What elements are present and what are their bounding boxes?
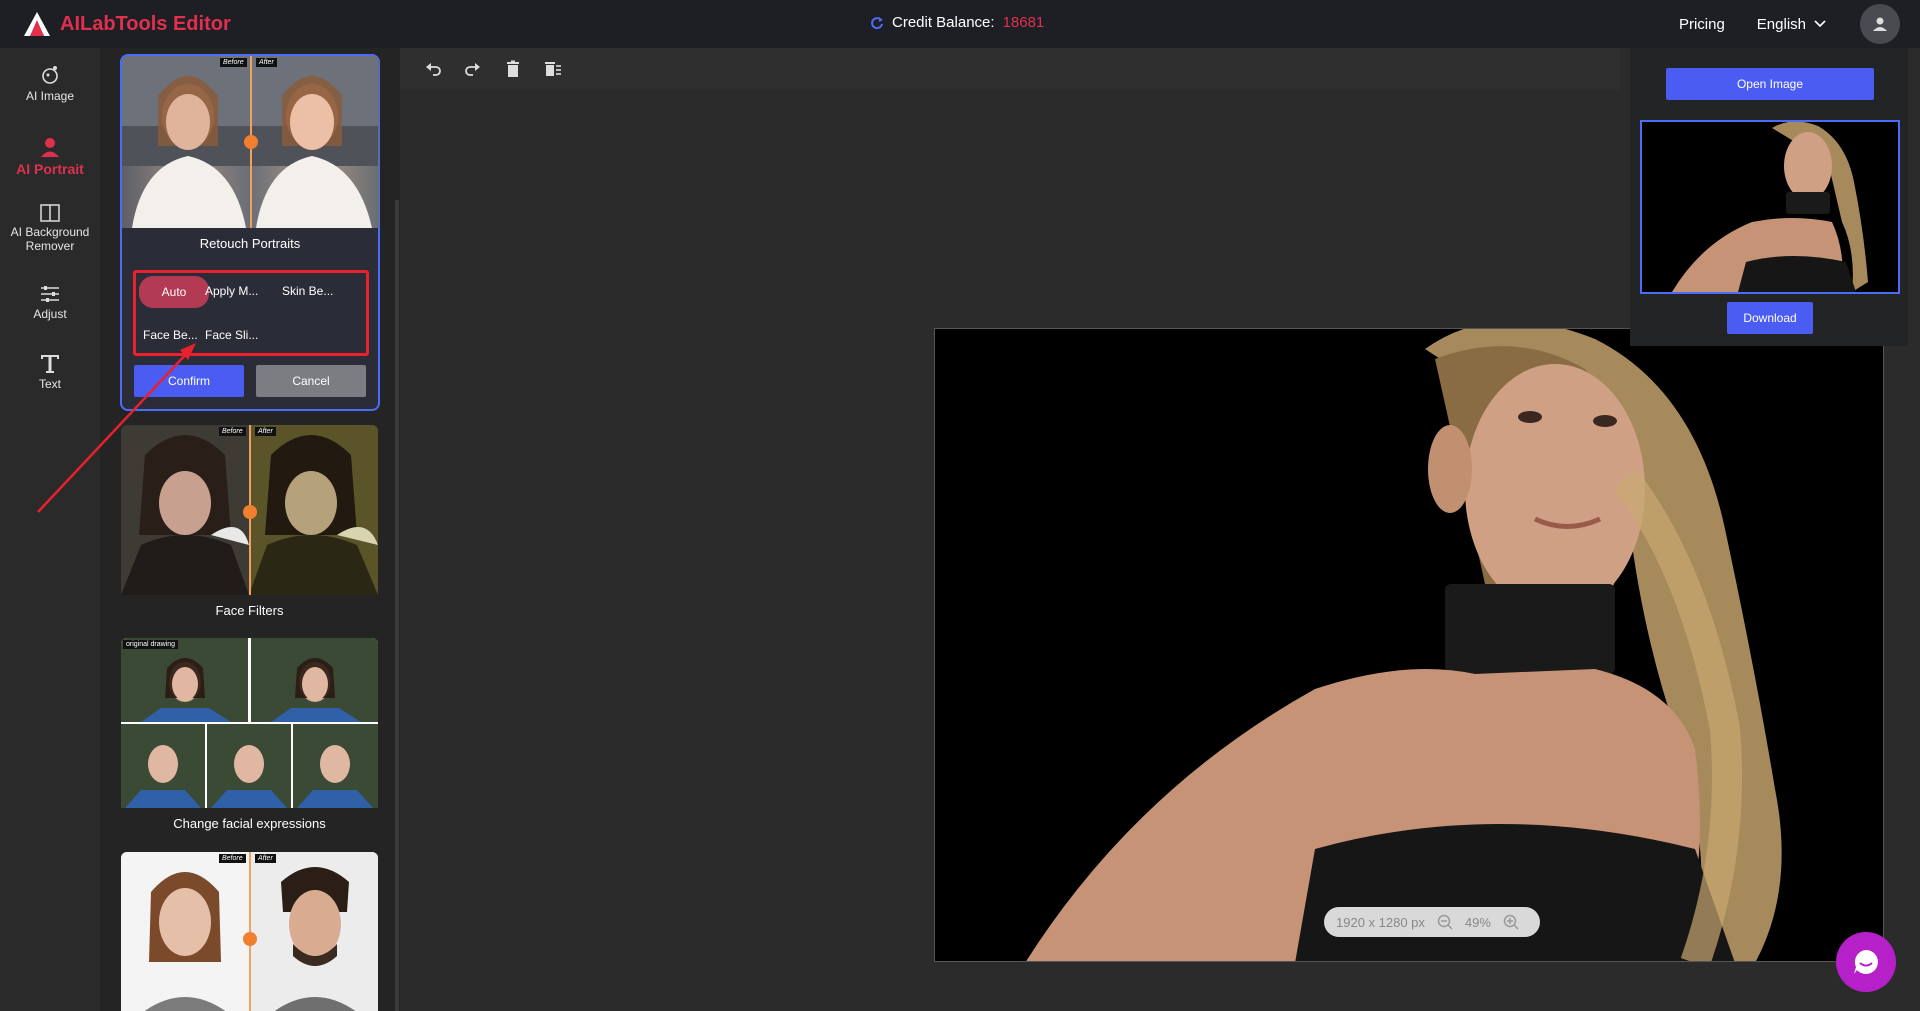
expressions-grid-illustration	[121, 638, 378, 808]
thumbnail-portrait	[1642, 122, 1898, 292]
rail-item-label: AI Background Remover	[10, 225, 90, 253]
download-button[interactable]: Download	[1727, 302, 1813, 334]
user-icon	[1873, 17, 1887, 31]
option-auto[interactable]: Auto	[139, 276, 209, 308]
clear-all-icon[interactable]	[544, 60, 562, 78]
pricing-link[interactable]: Pricing	[1679, 16, 1725, 33]
compare-handle[interactable]	[244, 135, 258, 149]
language-label: English	[1756, 15, 1806, 33]
credit-value: 18681	[1002, 14, 1045, 31]
credit-label: Credit Balance:	[892, 14, 995, 31]
ai-image-icon	[42, 66, 58, 84]
rail-item-text[interactable]: Text	[0, 352, 100, 391]
chat-support-button[interactable]	[1836, 932, 1896, 992]
retouch-preview-image: Before After	[122, 56, 379, 228]
user-avatar[interactable]	[1860, 4, 1900, 44]
editor-toolbar	[400, 48, 1620, 90]
facial-expressions-card[interactable]: original drawing Change facial expressio…	[121, 638, 378, 831]
compare-handle[interactable]	[243, 932, 257, 946]
rail-item-label: Adjust	[33, 307, 67, 321]
delete-icon[interactable]	[504, 60, 522, 78]
rail-item-ai-portrait[interactable]: AI Portrait	[0, 136, 100, 177]
image-dimensions: 1920 x 1280 px	[1336, 914, 1425, 930]
panel-scrollbar[interactable]	[395, 200, 399, 1011]
rail-item-background-remover[interactable]: AI Background Remover	[0, 204, 100, 253]
after-tag: After	[255, 427, 276, 436]
app-logo[interactable]: AILabTools Editor	[22, 10, 231, 38]
sliders-icon	[41, 286, 59, 302]
card-title: Retouch Portraits	[199, 236, 301, 251]
option-apply-makeup[interactable]: Apply M...	[205, 284, 258, 298]
text-icon	[41, 355, 59, 373]
zoom-level: 49%	[1464, 914, 1491, 930]
open-image-button[interactable]: Open Image	[1666, 68, 1874, 100]
zoom-bar: 1920 x 1280 px 49%	[1324, 907, 1540, 937]
portrait-image	[935, 329, 1883, 961]
face-filters-card[interactable]: Before After Face Filters	[121, 425, 378, 618]
facial-expressions-preview-image: original drawing	[121, 638, 378, 808]
before-tag: Before	[219, 427, 246, 436]
logo-icon	[24, 12, 50, 36]
rail-item-ai-image[interactable]: AI Image	[0, 64, 100, 103]
options-highlight-box: Auto Apply M... Skin Be... Face Be... Fa…	[133, 270, 369, 356]
right-panel: Open Image Download	[1630, 48, 1908, 346]
left-rail: AI Image AI Portrait AI Background Remov…	[0, 48, 100, 1011]
original-tag: original drawing	[123, 640, 179, 649]
portrait-icon	[41, 138, 59, 157]
before-tag: Before	[220, 58, 247, 67]
redo-icon[interactable]	[464, 60, 482, 78]
before-tag: Before	[219, 854, 246, 863]
zoom-out-icon[interactable]	[1437, 914, 1453, 930]
chat-icon	[1854, 950, 1878, 974]
cancel-button[interactable]: Cancel	[256, 365, 366, 397]
chevron-down-icon	[1814, 20, 1826, 28]
option-face-slim[interactable]: Face Sli...	[205, 328, 258, 342]
card-title: Change facial expressions	[173, 816, 326, 831]
option-skin-beauty[interactable]: Skin Be...	[282, 284, 333, 298]
refresh-icon[interactable]	[870, 16, 884, 30]
feature-panel: Before After Retouch Portraits Auto Appl…	[100, 48, 400, 1011]
retouch-portraits-card[interactable]: Before After Retouch Portraits Auto Appl…	[120, 54, 380, 411]
top-bar: AILabTools Editor Credit Balance: 18681 …	[0, 0, 1920, 48]
confirm-button[interactable]: Confirm	[134, 365, 244, 397]
main-image[interactable]	[934, 328, 1884, 962]
rail-item-adjust[interactable]: Adjust	[0, 284, 100, 321]
rail-item-label: Text	[38, 377, 61, 391]
language-select[interactable]: English	[1757, 16, 1826, 33]
background-remover-icon	[40, 204, 60, 222]
after-tag: After	[255, 854, 276, 863]
compare-handle[interactable]	[243, 505, 257, 519]
card-title: Face Filters	[215, 603, 284, 618]
app-title: AILabTools Editor	[60, 12, 231, 35]
face-filters-preview-image: Before After	[121, 425, 378, 595]
rail-item-label: AI Image	[25, 89, 75, 103]
editor-canvas	[400, 90, 1884, 1011]
after-tag: After	[256, 58, 277, 67]
option-face-beauty[interactable]: Face Be...	[143, 328, 198, 342]
undo-icon[interactable]	[424, 60, 442, 78]
gender-swap-preview-image: Before After	[121, 852, 378, 1011]
gender-swap-card[interactable]: Before After	[121, 852, 378, 1011]
zoom-in-icon[interactable]	[1503, 914, 1519, 930]
rail-item-label: AI Portrait	[16, 161, 84, 177]
image-thumbnail[interactable]	[1640, 120, 1900, 294]
credit-balance: Credit Balance: 18681	[870, 14, 1044, 31]
